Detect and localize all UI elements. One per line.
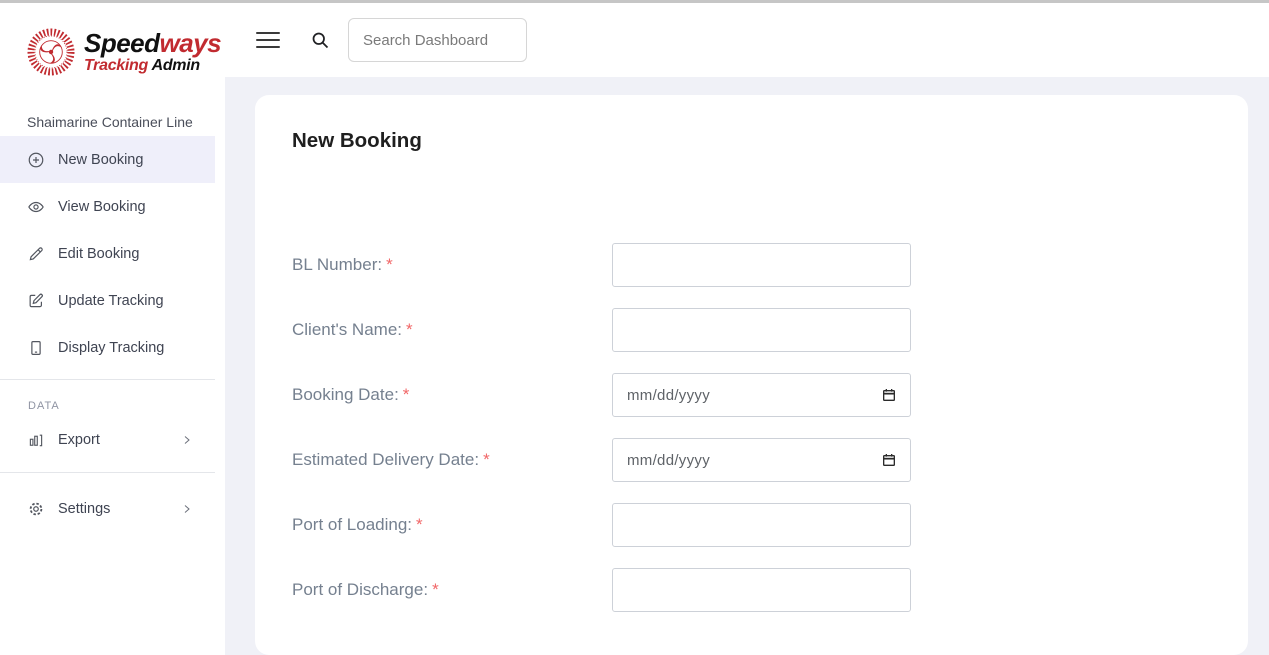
required-asterisk: * xyxy=(406,320,413,339)
logo-wordmark: Speedways Tracking Admin xyxy=(84,30,221,74)
required-asterisk: * xyxy=(403,385,410,404)
logo-name-red: ways xyxy=(160,28,222,58)
sidebar-item-label: View Booking xyxy=(58,199,146,215)
estimated-delivery-date-input[interactable]: mm/dd/yyyy xyxy=(612,438,911,482)
required-asterisk: * xyxy=(416,515,423,534)
app-logo[interactable]: Speedways Tracking Admin xyxy=(0,3,225,100)
plus-circle-icon xyxy=(27,151,45,169)
main-content: New Booking BL Number:* Client's Name:* … xyxy=(225,77,1269,655)
logo-sub-black: Admin xyxy=(152,57,200,74)
booking-date-input[interactable]: mm/dd/yyyy xyxy=(612,373,911,417)
calendar-icon[interactable] xyxy=(881,387,897,403)
speedways-emblem-icon xyxy=(25,26,77,78)
required-asterisk: * xyxy=(483,450,490,469)
sidebar-item-label: Update Tracking xyxy=(58,293,164,309)
sidebar-item-view-booking[interactable]: View Booking xyxy=(0,183,225,230)
sidebar-item-settings[interactable]: Settings xyxy=(0,485,225,533)
new-booking-form: BL Number:* Client's Name:* Booking Date… xyxy=(292,243,1218,612)
sidebar: Speedways Tracking Admin Shaimarine Cont… xyxy=(0,3,225,655)
calendar-icon[interactable] xyxy=(881,452,897,468)
sidebar-item-new-booking[interactable]: New Booking xyxy=(0,136,215,183)
sidebar-item-label: Settings xyxy=(58,501,110,517)
org-name: Shaimarine Container Line xyxy=(0,100,225,136)
bar-chart-icon xyxy=(27,431,45,449)
required-asterisk: * xyxy=(386,255,393,274)
date-placeholder: mm/dd/yyyy xyxy=(627,452,710,469)
required-asterisk: * xyxy=(432,580,439,599)
chevron-right-icon xyxy=(181,503,193,515)
topbar xyxy=(225,3,1269,77)
form-row-estimated-delivery-date: Estimated Delivery Date:* mm/dd/yyyy xyxy=(292,438,1218,482)
hamburger-icon[interactable] xyxy=(256,27,280,53)
field-label: Estimated Delivery Date:* xyxy=(292,450,612,470)
form-row-booking-date: Booking Date:* mm/dd/yyyy xyxy=(292,373,1218,417)
gear-icon xyxy=(27,500,45,518)
field-label: Port of Loading:* xyxy=(292,515,612,535)
port-of-discharge-input[interactable] xyxy=(612,568,911,612)
sidebar-item-label: Export xyxy=(58,432,100,448)
sidebar-item-edit-booking[interactable]: Edit Booking xyxy=(0,230,225,277)
date-placeholder: mm/dd/yyyy xyxy=(627,387,710,404)
form-row-bl-number: BL Number:* xyxy=(292,243,1218,287)
page: Speedways Tracking Admin Shaimarine Cont… xyxy=(0,0,1269,655)
field-label: Client's Name:* xyxy=(292,320,612,340)
sidebar-item-label: New Booking xyxy=(58,152,143,168)
field-label: Port of Discharge:* xyxy=(292,580,612,600)
device-outline-icon xyxy=(27,339,45,357)
pencil-icon xyxy=(27,245,45,263)
new-booking-card: New Booking BL Number:* Client's Name:* … xyxy=(255,95,1248,655)
page-title: New Booking xyxy=(292,129,1218,153)
sidebar-nav: New Booking View Booking Edit Booking xyxy=(0,136,225,371)
field-label: Booking Date:* xyxy=(292,385,612,405)
field-label: BL Number:* xyxy=(292,255,612,275)
sidebar-item-update-tracking[interactable]: Update Tracking xyxy=(0,277,225,324)
data-section-label: DATA xyxy=(0,380,225,416)
search-icon[interactable] xyxy=(310,30,330,50)
client-name-input[interactable] xyxy=(612,308,911,352)
search-input[interactable] xyxy=(348,18,527,62)
form-row-client-name: Client's Name:* xyxy=(292,308,1218,352)
form-row-port-of-discharge: Port of Discharge:* xyxy=(292,568,1218,612)
form-row-port-of-loading: Port of Loading:* xyxy=(292,503,1218,547)
bl-number-input[interactable] xyxy=(612,243,911,287)
chevron-right-icon xyxy=(181,434,193,446)
logo-sub-red: Tracking xyxy=(84,57,148,74)
port-of-loading-input[interactable] xyxy=(612,503,911,547)
eye-icon xyxy=(27,198,45,216)
edit-square-icon xyxy=(27,292,45,310)
sidebar-item-label: Edit Booking xyxy=(58,246,139,262)
sidebar-item-display-tracking[interactable]: Display Tracking xyxy=(0,324,225,371)
sidebar-item-export[interactable]: Export xyxy=(0,416,225,464)
logo-name-black: Speed xyxy=(84,28,160,58)
sidebar-item-label: Display Tracking xyxy=(58,340,164,356)
